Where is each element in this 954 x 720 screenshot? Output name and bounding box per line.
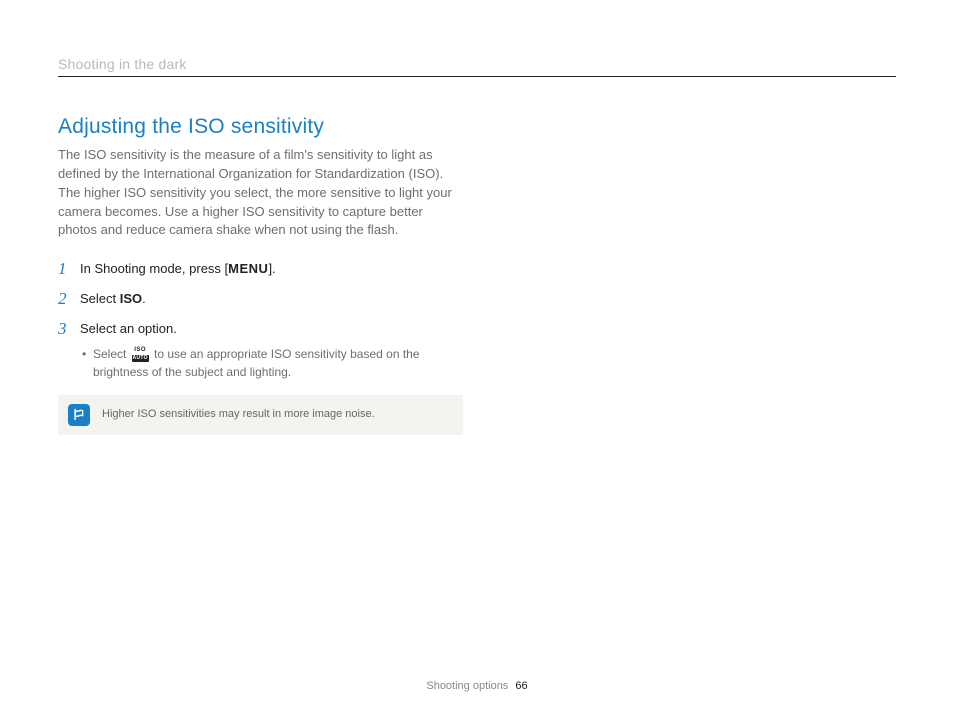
step-text: Select an option. [80,321,177,336]
step-text: ]. [268,261,275,276]
icon-text-top: ISO [132,347,149,353]
icon-text-bottom: AUTO [132,355,149,362]
note-text: Higher ISO sensitivities may result in m… [102,407,375,422]
step-body: In Shooting mode, press [MENU]. [80,260,276,279]
step-1: 1 In Shooting mode, press [MENU]. [58,260,463,279]
step-2: 2 Select ISO. [58,290,463,309]
step-list: 1 In Shooting mode, press [MENU]. 2 Sele… [58,260,463,381]
page-footer: Shooting options 66 [0,680,954,692]
section-intro: The ISO sensitivity is the measure of a … [58,146,463,240]
breadcrumb: Shooting in the dark [58,56,896,75]
header-rule [58,76,896,77]
iso-label: ISO [120,291,142,306]
step-number: 3 [58,320,80,339]
sub-bullet: Select ISOAUTO to use an appropriate ISO… [80,345,463,381]
step-3: 3 Select an option. Select ISOAUTO to us… [58,320,463,381]
footer-section: Shooting options [426,680,508,692]
step-body: Select ISO. [80,290,146,309]
note-box: Higher ISO sensitivities may result in m… [58,395,463,435]
menu-label: MENU [228,261,268,276]
footer-page-number: 66 [515,680,527,692]
iso-auto-icon: ISO AUTO [132,348,149,361]
step-number: 2 [58,290,80,309]
step-number: 1 [58,260,80,279]
step-text: . [142,291,146,306]
step-body: Select an option. Select ISOAUTO to use … [80,320,463,381]
step-text: Select [80,291,120,306]
page-header: Shooting in the dark [58,56,896,77]
step-text: In Shooting mode, press [ [80,261,228,276]
content-column: Adjusting the ISO sensitivity The ISO se… [58,115,463,435]
note-icon [68,404,90,426]
sub-text: Select [93,347,130,361]
section-title: Adjusting the ISO sensitivity [58,115,463,139]
